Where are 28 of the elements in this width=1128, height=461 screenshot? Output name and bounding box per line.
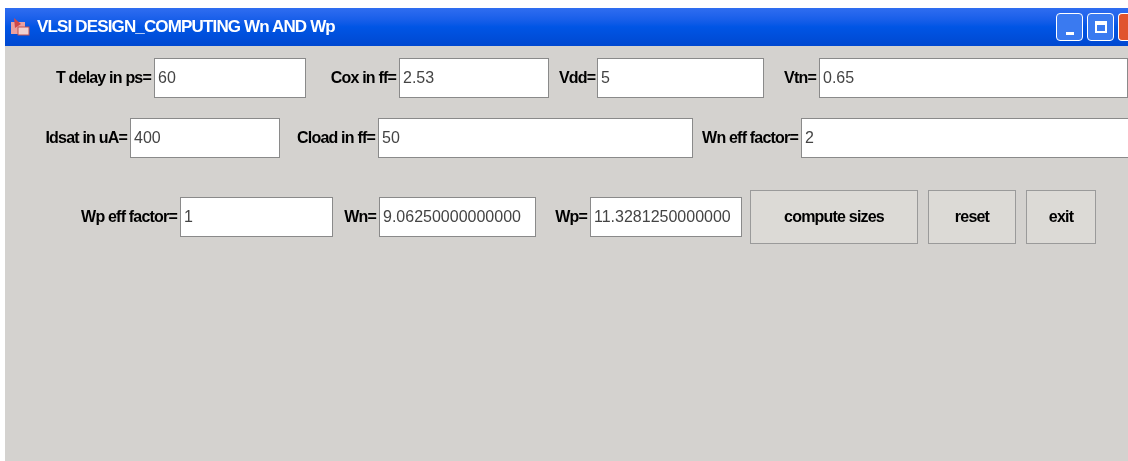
input-field[interactable]: 5 [597,58,764,98]
field-label: Wp= [554,207,587,227]
field-label: Wn eff factor= [701,128,798,148]
app-icon [9,16,31,38]
close-button[interactable] [1118,13,1128,41]
field-label: Wn= [343,207,376,227]
field-label: Cox in ff= [329,68,396,88]
input-field[interactable]: 1 [180,197,333,237]
field-label: Vtn= [783,68,816,88]
input-field[interactable]: 400 [130,118,280,158]
minimize-button[interactable] [1056,13,1083,41]
field-label: Vdd= [559,68,594,88]
input-field[interactable]: 60 [154,58,306,98]
input-field[interactable]: 9.06250000000000 [379,197,536,237]
field-label: Wp eff factor= [80,207,177,227]
field-label: Idsat in uA= [44,128,127,148]
maximize-button[interactable] [1087,13,1114,41]
input-field[interactable]: 11.3281250000000 [590,197,742,237]
field-label: T delay in ps= [54,68,151,88]
action-button[interactable]: exit [1026,190,1096,244]
action-button[interactable]: compute sizes [750,190,918,244]
field-label: Cload in ff= [296,128,375,148]
action-button[interactable]: reset [928,190,1016,244]
input-field[interactable]: 0.65 [819,58,1128,98]
window-title: VLSI DESIGN_COMPUTING Wn AND Wp [37,16,335,39]
input-field[interactable]: 2.53 [399,58,549,98]
input-field[interactable]: 50 [378,118,693,158]
input-field[interactable]: 2 [801,118,1128,158]
